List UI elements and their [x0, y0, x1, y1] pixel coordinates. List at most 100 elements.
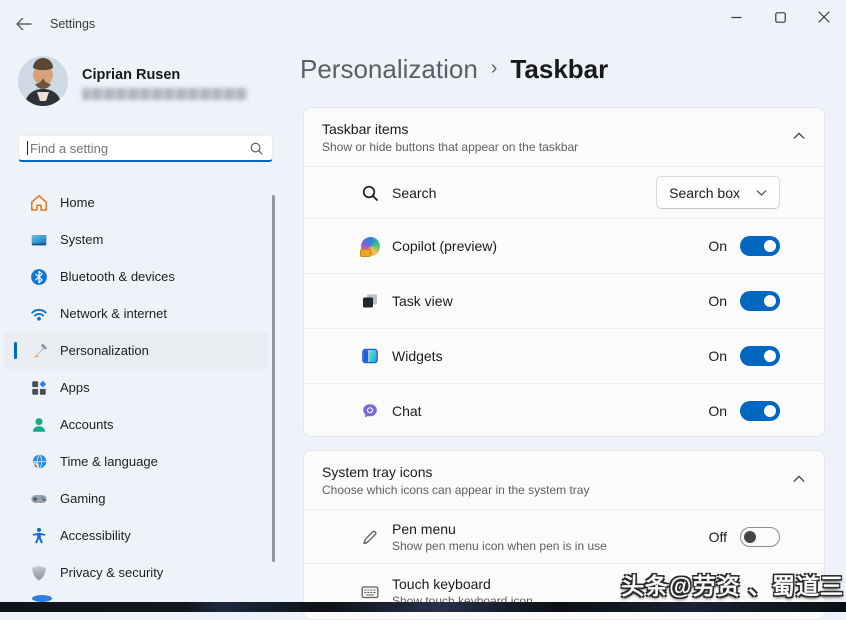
sidebar-item-label: Privacy & security	[60, 565, 163, 580]
toggle-state-label: On	[708, 348, 727, 364]
toggle-state-label: On	[708, 293, 727, 309]
row-label: Widgets	[392, 348, 443, 364]
time-language-icon	[30, 453, 48, 471]
sidebar-item-label: Accounts	[60, 417, 113, 432]
avatar[interactable]	[18, 56, 68, 106]
settings-row-pen-menu: Pen menu Show pen menu icon when pen is …	[304, 509, 824, 563]
settings-row-chat: Chat On	[304, 383, 824, 437]
sidebar-item-label: Time & language	[60, 454, 158, 469]
back-button[interactable]	[13, 14, 35, 34]
touch-keyboard-icon	[360, 582, 380, 602]
sidebar-item-label: Accessibility	[60, 528, 131, 543]
chevron-up-icon	[792, 473, 806, 485]
pen-menu-toggle[interactable]	[740, 527, 780, 547]
privacy-shield-icon	[30, 564, 48, 582]
sidebar-item-network-internet[interactable]: Network & internet	[4, 295, 268, 332]
sidebar-nav: Home System Bluetooth & devices Network …	[4, 184, 268, 591]
settings-row-copilot: Copilot (preview) On	[304, 218, 824, 273]
text-caret	[27, 141, 28, 155]
pen-menu-icon	[360, 527, 380, 547]
search-mode-dropdown[interactable]: Search box	[656, 176, 780, 209]
row-label: Touch keyboard	[392, 576, 533, 592]
maximize-icon	[775, 12, 786, 23]
sidebar-item-gaming[interactable]: Gaming	[4, 480, 268, 517]
widgets-toggle[interactable]	[740, 346, 780, 366]
minimize-icon	[731, 12, 742, 23]
accounts-person-icon	[30, 416, 48, 434]
section-title: System tray icons	[322, 464, 792, 480]
task-view-icon	[360, 291, 380, 311]
row-label: Task view	[392, 293, 453, 309]
row-label: Search	[392, 185, 436, 201]
chat-icon	[360, 401, 380, 421]
collapse-button[interactable]	[792, 129, 806, 147]
system-icon	[30, 231, 48, 249]
find-a-setting-box[interactable]	[18, 135, 273, 162]
sidebar-scrollbar[interactable]	[272, 195, 275, 562]
sidebar-item-label: Apps	[60, 380, 90, 395]
taskbar-items-card: Taskbar items Show or hide buttons that …	[303, 107, 825, 437]
accessibility-icon	[30, 527, 48, 545]
row-label: Copilot (preview)	[392, 238, 497, 254]
settings-row-search: Search Search box	[304, 166, 824, 218]
taskbar-search-icon	[360, 183, 380, 203]
gaming-controller-icon	[30, 490, 48, 508]
sidebar-item-personalization[interactable]: Personalization	[4, 332, 268, 369]
profile-email-blurred	[82, 88, 247, 100]
row-label: Chat	[392, 403, 422, 419]
toggle-knob	[764, 350, 776, 362]
toggle-state-label: On	[708, 403, 727, 419]
toggle-knob	[764, 405, 776, 417]
avatar-photo	[18, 56, 68, 106]
close-icon	[818, 11, 830, 23]
chevron-down-icon	[756, 189, 767, 197]
sidebar-item-time-language[interactable]: Time & language	[4, 443, 268, 480]
search-icon[interactable]	[249, 141, 264, 156]
profile-name: Ciprian Rusen	[82, 67, 180, 83]
taskbar-items-header[interactable]: Taskbar items Show or hide buttons that …	[304, 108, 824, 154]
widgets-icon	[360, 346, 380, 366]
window-title: Settings	[50, 17, 95, 31]
sidebar-item-bluetooth-devices[interactable]: Bluetooth & devices	[4, 258, 268, 295]
sidebar-item-accounts[interactable]: Accounts	[4, 406, 268, 443]
sidebar-item-label: Home	[60, 195, 95, 210]
copilot-icon	[361, 237, 380, 256]
toggle-state-label: Off	[709, 529, 727, 545]
window-controls	[714, 0, 846, 34]
toggle-knob	[744, 531, 756, 543]
section-subtitle: Choose which icons can appear in the sys…	[322, 483, 792, 497]
minimize-button[interactable]	[714, 0, 758, 34]
sidebar-item-label: System	[60, 232, 103, 247]
breadcrumb-personalization[interactable]: Personalization	[300, 54, 478, 85]
sidebar-item-system[interactable]: System	[4, 221, 268, 258]
back-arrow-icon	[13, 14, 35, 34]
dropdown-value: Search box	[669, 185, 740, 201]
copilot-toggle[interactable]	[740, 236, 780, 256]
section-subtitle: Show or hide buttons that appear on the …	[322, 140, 792, 154]
sidebar-item-label: Network & internet	[60, 306, 167, 321]
search-input[interactable]	[30, 141, 249, 156]
row-sublabel: Show pen menu icon when pen is in use	[392, 539, 607, 553]
sidebar-item-accessibility[interactable]: Accessibility	[4, 517, 268, 554]
personalization-brush-icon	[30, 342, 48, 360]
chat-toggle[interactable]	[740, 401, 780, 421]
apps-icon	[30, 379, 48, 397]
task-view-toggle[interactable]	[740, 291, 780, 311]
sidebar-item-privacy-security[interactable]: Privacy & security	[4, 554, 268, 591]
collapse-button[interactable]	[792, 472, 806, 490]
maximize-button[interactable]	[758, 0, 802, 34]
sidebar-item-apps[interactable]: Apps	[4, 369, 268, 406]
bluetooth-icon	[30, 268, 48, 286]
page-title: Taskbar	[510, 54, 608, 85]
settings-row-task-view: Task view On	[304, 273, 824, 328]
toggle-state-label: On	[708, 238, 727, 254]
sidebar-item-label: Personalization	[60, 343, 149, 358]
sidebar-item-home[interactable]: Home	[4, 184, 268, 221]
toggle-knob	[764, 240, 776, 252]
network-wifi-icon	[30, 305, 48, 323]
system-tray-header[interactable]: System tray icons Choose which icons can…	[304, 451, 824, 497]
close-button[interactable]	[802, 0, 846, 34]
breadcrumb: Personalization › Taskbar	[300, 54, 608, 85]
toggle-knob	[764, 295, 776, 307]
watermark-text: 头条@劳资 、蜀道三	[621, 567, 844, 601]
